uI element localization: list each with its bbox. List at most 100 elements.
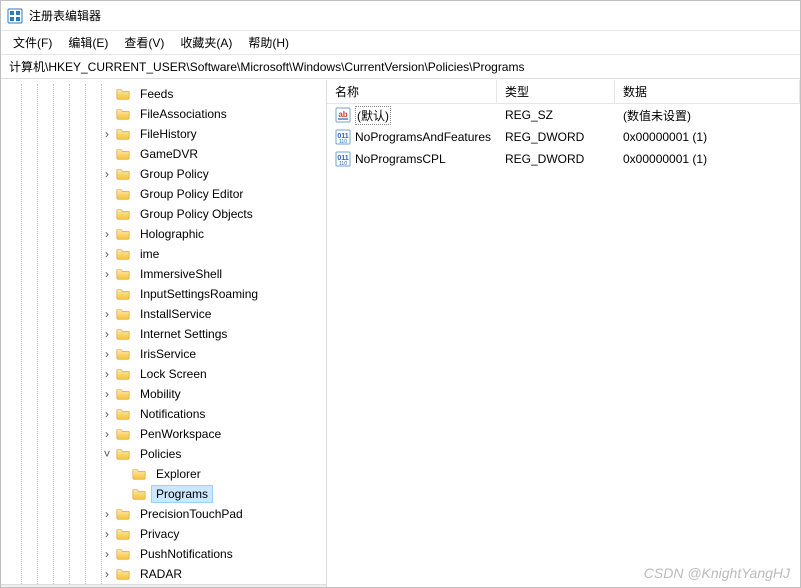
tree-horizontal-scrollbar[interactable]: ◂ ▸: [1, 584, 326, 587]
titlebar[interactable]: 注册表编辑器: [1, 1, 800, 31]
expander-icon[interactable]: ›: [100, 347, 114, 361]
tree-node-fileassociations[interactable]: FileAssociations: [1, 104, 326, 124]
expander-icon[interactable]: [100, 147, 114, 161]
value-row[interactable]: NoProgramsCPLREG_DWORD0x00000001 (1): [327, 148, 800, 170]
reg-dword-icon: [335, 151, 351, 167]
tree-node-pushnotifications[interactable]: ›PushNotifications: [1, 544, 326, 564]
folder-icon: [115, 107, 131, 121]
menu-help[interactable]: 帮助(H): [240, 32, 297, 53]
tree-node-installservice[interactable]: ›InstallService: [1, 304, 326, 324]
expander-icon[interactable]: [100, 207, 114, 221]
expander-icon[interactable]: ›: [100, 367, 114, 381]
value-row[interactable]: NoProgramsAndFeaturesREG_DWORD0x00000001…: [327, 126, 800, 148]
tree-node-label: GameDVR: [135, 145, 203, 163]
menu-file[interactable]: 文件(F): [5, 32, 60, 53]
folder-icon: [115, 127, 131, 141]
expander-icon[interactable]: ›: [100, 327, 114, 341]
column-header-data[interactable]: 数据: [615, 80, 800, 103]
folder-icon: [115, 527, 131, 541]
expander-icon[interactable]: ˅: [100, 447, 114, 461]
column-header-name[interactable]: 名称: [327, 80, 497, 103]
expander-icon[interactable]: [116, 467, 130, 481]
tree-node-privacy[interactable]: ›Privacy: [1, 524, 326, 544]
tree-node-inputsettingsroaming[interactable]: InputSettingsRoaming: [1, 284, 326, 304]
expander-icon[interactable]: ›: [100, 407, 114, 421]
address-bar[interactable]: 计算机\HKEY_CURRENT_USER\Software\Microsoft…: [1, 55, 800, 79]
expander-icon[interactable]: ›: [100, 227, 114, 241]
tree-node-label: RADAR: [135, 565, 187, 583]
folder-icon: [131, 467, 147, 481]
expander-icon[interactable]: ›: [100, 307, 114, 321]
tree-node-explorer[interactable]: Explorer: [1, 464, 326, 484]
menu-edit[interactable]: 编辑(E): [60, 32, 116, 53]
tree-node-label: InputSettingsRoaming: [135, 285, 263, 303]
registry-editor-window: 注册表编辑器 文件(F) 编辑(E) 查看(V) 收藏夹(A) 帮助(H) 计算…: [0, 0, 801, 588]
tree-node-label: FileAssociations: [135, 105, 232, 123]
expander-icon[interactable]: [100, 107, 114, 121]
value-name: (默认): [355, 106, 391, 125]
expander-icon[interactable]: ›: [100, 547, 114, 561]
value-type: REG_DWORD: [505, 130, 584, 144]
folder-icon: [131, 487, 147, 501]
registry-tree[interactable]: Feeds FileAssociations›FileHistoryGameDVR…: [1, 80, 327, 587]
tree-node-lock-screen[interactable]: › Lock Screen: [1, 364, 326, 384]
expander-icon[interactable]: ›: [100, 127, 114, 141]
expander-icon[interactable]: [100, 287, 114, 301]
list-body[interactable]: (默认)REG_SZ(数值未设置) NoProgramsAndFeatures RE…: [327, 104, 800, 587]
folder-icon: [115, 287, 131, 301]
tree-node-programs[interactable]: Programs: [1, 484, 326, 504]
menu-favorites[interactable]: 收藏夹(A): [172, 32, 240, 53]
tree-node-holographic[interactable]: ›Holographic: [1, 224, 326, 244]
folder-icon: [115, 167, 131, 181]
tree-node-mobility[interactable]: ›Mobility: [1, 384, 326, 404]
expander-icon[interactable]: [100, 87, 114, 101]
tree-node-radar[interactable]: › RADAR: [1, 564, 326, 584]
tree-node-irisservice[interactable]: ›IrisService: [1, 344, 326, 364]
tree-node-gamedvr[interactable]: GameDVR: [1, 144, 326, 164]
scroll-left-button[interactable]: ◂: [1, 585, 18, 587]
window-title: 注册表编辑器: [29, 7, 101, 24]
expander-icon[interactable]: [116, 487, 130, 501]
tree-node-label: PrecisionTouchPad: [135, 505, 248, 523]
column-header-type[interactable]: 类型: [497, 80, 615, 103]
folder-icon: [115, 307, 131, 321]
scroll-right-button[interactable]: ▸: [309, 585, 326, 587]
value-name: NoProgramsAndFeatures: [355, 130, 491, 144]
folder-icon: [115, 227, 131, 241]
list-header: 名称 类型 数据: [327, 80, 800, 104]
tree-node-filehistory[interactable]: ›FileHistory: [1, 124, 326, 144]
value-data: (数值未设置): [623, 107, 691, 124]
tree-node-precisiontouchpad[interactable]: › PrecisionTouchPad: [1, 504, 326, 524]
address-path: 计算机\HKEY_CURRENT_USER\Software\Microsoft…: [9, 58, 524, 75]
folder-icon: [115, 367, 131, 381]
folder-icon: [115, 507, 131, 521]
tree-node-label: Notifications: [135, 405, 210, 423]
value-row[interactable]: (默认)REG_SZ(数值未设置): [327, 104, 800, 126]
tree-node-group-policy[interactable]: ›Group Policy: [1, 164, 326, 184]
value-type: REG_DWORD: [505, 152, 584, 166]
expander-icon[interactable]: ›: [100, 527, 114, 541]
folder-icon: [115, 407, 131, 421]
tree-node-penworkspace[interactable]: ›PenWorkspace: [1, 424, 326, 444]
tree-node-label: Lock Screen: [135, 365, 212, 383]
expander-icon[interactable]: ›: [100, 427, 114, 441]
expander-icon[interactable]: ›: [100, 167, 114, 181]
tree-node-immersiveshell[interactable]: ›ImmersiveShell: [1, 264, 326, 284]
tree-node-ime[interactable]: ›ime: [1, 244, 326, 264]
tree-node-label: Feeds: [135, 85, 178, 103]
expander-icon[interactable]: ›: [100, 267, 114, 281]
tree-node-feeds[interactable]: Feeds: [1, 84, 326, 104]
expander-icon[interactable]: ›: [100, 387, 114, 401]
tree-node-policies[interactable]: ˅Policies: [1, 444, 326, 464]
expander-icon[interactable]: [100, 187, 114, 201]
expander-icon[interactable]: ›: [100, 507, 114, 521]
menu-view[interactable]: 查看(V): [116, 32, 172, 53]
tree-node-notifications[interactable]: › Notifications: [1, 404, 326, 424]
expander-icon[interactable]: ›: [100, 567, 114, 581]
tree-node-internet-settings[interactable]: ›Internet Settings: [1, 324, 326, 344]
tree-node-group-policy-objects[interactable]: Group Policy Objects: [1, 204, 326, 224]
folder-icon: [115, 447, 131, 461]
folder-icon: [115, 147, 131, 161]
expander-icon[interactable]: ›: [100, 247, 114, 261]
tree-node-group-policy-editor[interactable]: Group Policy Editor: [1, 184, 326, 204]
